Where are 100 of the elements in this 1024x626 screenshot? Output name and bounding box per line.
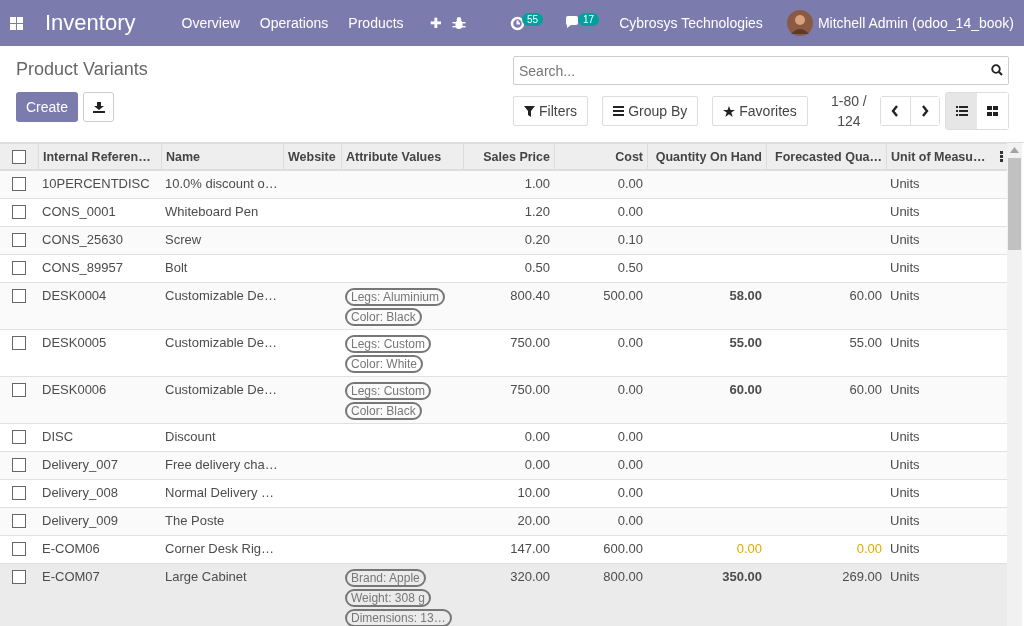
quantity-cell: 0.00	[736, 541, 762, 556]
name-cell: Customizable De…	[165, 288, 277, 303]
name-cell: Large Cabinet	[165, 569, 247, 584]
column-header[interactable]: Name	[166, 149, 201, 164]
ref-cell: 10PERCENTDISC	[42, 176, 150, 191]
column-header[interactable]: Sales Price	[483, 149, 550, 164]
row-checkbox[interactable]	[12, 289, 26, 303]
column-header[interactable]: Unit of Measu…	[891, 149, 986, 164]
apps-icon[interactable]	[10, 16, 23, 30]
ref-cell: Delivery_007	[42, 457, 118, 472]
price-cell: 320.00	[510, 569, 550, 584]
search-field[interactable]: Search...	[513, 56, 1009, 85]
table-row[interactable]: DESK0006 Customizable De… Legs: Custom Color: Black 750.00 0.00 60.00 60.00 Units	[0, 377, 1007, 424]
name-cell: Whiteboard Pen	[165, 204, 259, 219]
row-checkbox[interactable]	[12, 383, 26, 397]
company-name[interactable]: Cybrosys Technologies	[619, 15, 763, 31]
clock-icon[interactable]	[509, 15, 525, 31]
row-checkbox[interactable]	[12, 261, 26, 275]
table-row[interactable]: CONS_25630 Screw 0.20 0.10 Units	[0, 227, 1007, 255]
row-checkbox[interactable]	[12, 542, 26, 556]
forecast-cell: 60.00	[849, 382, 882, 397]
unit-cell: Units	[890, 232, 920, 247]
unit-cell: Units	[890, 204, 920, 219]
row-checkbox[interactable]	[12, 570, 26, 584]
menu-icon	[613, 106, 625, 116]
app-title[interactable]: Inventory	[45, 10, 136, 36]
row-checkbox[interactable]	[12, 177, 26, 191]
download-button[interactable]	[83, 92, 115, 122]
quantity-cell: 58.00	[729, 288, 762, 303]
column-header[interactable]: Attribute Values	[346, 149, 442, 164]
ref-cell: DISC	[42, 429, 74, 444]
price-cell: 0.00	[524, 457, 550, 472]
attribute-tag: Color: Black	[345, 308, 422, 326]
column-header[interactable]: Internal Referen…	[43, 149, 151, 164]
menu-item[interactable]: Products	[348, 15, 404, 31]
row-checkbox[interactable]	[12, 430, 26, 444]
cost-cell: 800.00	[603, 569, 643, 584]
user-name[interactable]: Mitchell Admin (odoo_14_book)	[817, 15, 1014, 31]
attribute-tag: Legs: Aluminium	[345, 288, 446, 306]
list-view-button[interactable]	[946, 93, 977, 129]
row-checkbox[interactable]	[12, 233, 26, 247]
scrollbar-thumb[interactable]	[1008, 158, 1021, 250]
price-cell: 0.20	[524, 232, 550, 247]
create-button[interactable]: Create	[16, 92, 79, 122]
activity-count-badge: 55	[521, 12, 544, 26]
table-row[interactable]: E-COM07 Large Cabinet Brand: Apple Weight: 308 g Dimensions: 13… 320.00 800.00 350.00 269.00 Units	[0, 564, 1007, 626]
column-header[interactable]: Quantity On Hand	[655, 149, 762, 164]
name-cell: Screw	[165, 232, 202, 247]
bug-icon[interactable]	[451, 16, 466, 30]
search-icon[interactable]	[991, 64, 1003, 76]
table-row[interactable]: DESK0004 Customizable De… Legs: Aluminium Color: Black 800.40 500.00 58.00 60.00 Units	[0, 283, 1007, 330]
menu-item[interactable]: Operations	[259, 15, 329, 31]
ref-cell: Delivery_009	[42, 513, 118, 528]
price-cell: 0.00	[524, 429, 550, 444]
unit-cell: Units	[890, 457, 920, 472]
column-header[interactable]: Cost	[615, 149, 643, 164]
column-header[interactable]: Forecasted Qua…	[775, 149, 882, 164]
price-cell: 0.50	[524, 260, 550, 275]
table-row[interactable]: Delivery_009 The Poste 20.00 0.00 Units	[0, 508, 1007, 536]
column-header[interactable]: Website	[288, 149, 336, 164]
chevron-right-icon	[920, 105, 929, 117]
row-checkbox[interactable]	[12, 205, 26, 219]
forecast-cell: 60.00	[849, 288, 882, 303]
next-button[interactable]	[909, 97, 939, 125]
filter-icon	[524, 105, 535, 117]
column-options-icon[interactable]	[1000, 151, 1003, 162]
table-row[interactable]: Delivery_007 Free delivery cha… 0.00 0.00 Units	[0, 452, 1007, 480]
ref-cell: E-COM06	[42, 541, 100, 556]
pager-value: 1-80 / 124	[829, 92, 868, 131]
plus-icon[interactable]: ✚	[429, 15, 442, 31]
row-checkbox[interactable]	[12, 486, 26, 500]
download-icon	[92, 101, 105, 113]
attribute-tag: Color: White	[345, 355, 424, 373]
cost-cell: 0.00	[617, 457, 643, 472]
menu-item[interactable]: Overview	[181, 15, 240, 31]
unit-cell: Units	[890, 335, 920, 350]
row-checkbox[interactable]	[12, 336, 26, 350]
name-cell: Corner Desk Rig…	[165, 541, 275, 556]
name-cell: Customizable De…	[165, 382, 277, 397]
row-checkbox[interactable]	[12, 458, 26, 472]
price-cell: 750.00	[510, 335, 550, 350]
unit-cell: Units	[890, 569, 920, 584]
row-checkbox[interactable]	[12, 514, 26, 528]
ref-cell: CONS_25630	[42, 232, 123, 247]
avatar[interactable]	[786, 10, 813, 36]
select-all-checkbox[interactable]	[12, 149, 26, 164]
page-title: Product Variants	[16, 59, 149, 80]
group-by-button[interactable]: Group By	[602, 96, 699, 126]
cost-cell: 0.00	[617, 335, 643, 350]
filters-button[interactable]: Filters	[513, 96, 589, 126]
chevron-left-icon	[891, 105, 900, 117]
cost-cell: 0.50	[617, 260, 643, 275]
attribute-tag: Dimensions: 13…	[345, 609, 452, 626]
forecast-cell: 55.00	[849, 335, 882, 350]
favorites-button[interactable]: Favorites	[712, 96, 808, 126]
scrollbar[interactable]	[1007, 143, 1022, 626]
table-row[interactable]: 10PERCENTDISC 10.0% discount o… 1.00 0.00 Units	[0, 171, 1007, 199]
price-cell: 147.00	[510, 541, 550, 556]
message-count-badge: 17	[578, 12, 600, 26]
name-cell: The Poste	[165, 513, 225, 528]
